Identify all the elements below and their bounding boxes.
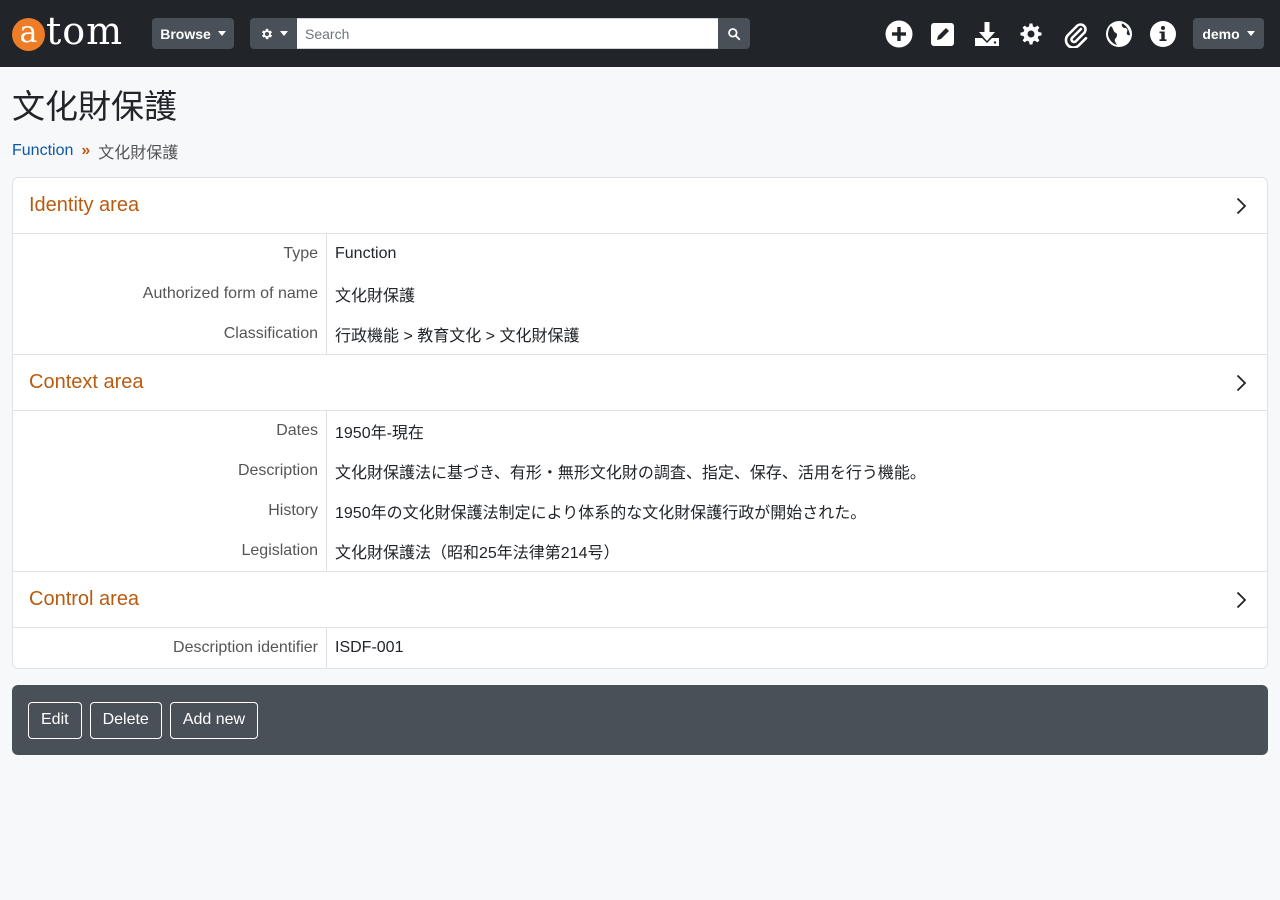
identity-area-body: Type Function Authorized form of name 文化…	[13, 234, 1267, 355]
field-value: Function	[335, 245, 397, 262]
field-label: Description	[237, 462, 318, 479]
field-row-description-identifier: Description identifier ISDF-001	[13, 628, 1267, 668]
breadcrumb-separator: »	[81, 142, 91, 159]
field-label: Description identifier	[173, 639, 318, 656]
user-label: demo	[1202, 25, 1240, 42]
field-label: Type	[283, 245, 318, 262]
caret-down-icon	[217, 31, 226, 36]
control-area-title: Control area	[29, 588, 140, 610]
actions-bar: Edit Delete Add new	[12, 685, 1268, 755]
field-value: ISDF-001	[335, 639, 404, 656]
chevron-right-icon	[1236, 374, 1247, 391]
import-menu-button[interactable]	[971, 18, 1003, 50]
field-value: 文化財保護法（昭和25年法律第214号）	[335, 545, 620, 562]
identity-area-title: Identity area	[29, 194, 140, 216]
field-value: 1950年-現在	[335, 425, 424, 442]
breadcrumb: Function » 文化財保護	[12, 139, 178, 163]
control-area-header[interactable]: Control area	[13, 572, 1267, 628]
top-navbar: a tom Browse Search demo	[0, 0, 1280, 67]
field-row-legislation: Legislation 文化財保護法（昭和25年法律第214号）	[13, 531, 1267, 571]
clipboard-icon	[1064, 23, 1088, 48]
search-options-button[interactable]	[250, 18, 297, 49]
language-icon	[1106, 21, 1132, 47]
field-row-classification: Classification 行政機能 > 教育文化 > 文化財保護	[13, 314, 1267, 354]
field-row-authorized-name: Authorized form of name 文化財保護	[13, 274, 1267, 314]
admin-menu-button[interactable]	[1015, 18, 1047, 50]
caret-down-icon	[279, 31, 288, 36]
browse-label: Browse	[160, 25, 211, 42]
add-icon	[885, 20, 913, 48]
field-label: Classification	[223, 325, 318, 342]
add-menu-button[interactable]	[883, 18, 915, 50]
help-menu-button[interactable]	[1147, 18, 1179, 50]
search-submit-button[interactable]	[718, 18, 750, 49]
language-menu-button[interactable]	[1103, 18, 1135, 50]
info-icon	[1150, 21, 1176, 47]
identity-area-header[interactable]: Identity area	[13, 178, 1267, 234]
edit-button[interactable]: Edit	[28, 701, 82, 739]
import-icon	[975, 22, 999, 46]
context-area-header[interactable]: Context area	[13, 355, 1267, 411]
logo-text: tom	[46, 9, 124, 53]
field-value: 文化財保護法に基づき、有形・無形文化財の調査、指定、保存、活用を行う機能。	[335, 465, 926, 482]
add-new-button[interactable]: Add new	[169, 701, 259, 739]
settings-icon	[1020, 23, 1042, 45]
field-row-type: Type Function	[13, 234, 1267, 274]
field-label: Authorized form of name	[142, 285, 318, 302]
field-label: History	[268, 502, 318, 519]
field-row-history: History 1950年の文化財保護法制定により体系的な文化財保護行政が開始さ…	[13, 491, 1267, 531]
edit-icon	[931, 23, 954, 46]
chevron-right-icon	[1236, 591, 1247, 608]
gear-icon	[261, 28, 272, 39]
field-label: Dates	[276, 422, 318, 439]
field-row-description: Description 文化財保護法に基づき、有形・無形文化財の調査、指定、保存…	[13, 451, 1267, 491]
field-label: Legislation	[241, 542, 319, 559]
browse-menu-button[interactable]: Browse	[152, 18, 234, 49]
field-row-dates: Dates 1950年-現在	[13, 411, 1267, 451]
breadcrumb-link-function[interactable]: Function	[12, 142, 73, 160]
field-value: 行政機能 > 教育文化 > 文化財保護	[335, 328, 580, 345]
caret-down-icon	[1246, 31, 1255, 36]
delete-button[interactable]: Delete	[89, 701, 162, 739]
logo-letter-a: a	[12, 17, 45, 51]
chevron-right-icon	[1236, 197, 1247, 214]
context-area-body: Dates 1950年-現在 Description 文化財保護法に基づき、有形…	[13, 411, 1267, 572]
user-menu-button[interactable]: demo	[1193, 18, 1264, 49]
atom-logo[interactable]: a tom	[12, 8, 123, 58]
manage-menu-button[interactable]	[927, 18, 959, 50]
page-title: 文化財保護	[12, 87, 177, 126]
search-input[interactable]	[297, 18, 718, 49]
context-area-title: Context area	[29, 371, 144, 393]
breadcrumb-current: 文化財保護	[98, 145, 179, 162]
function-details-card: Identity area Type Function Authorized f…	[12, 177, 1268, 669]
field-value: 文化財保護	[335, 288, 416, 305]
control-area-body: Description identifier ISDF-001	[13, 628, 1267, 668]
field-value: 1950年の文化財保護法制定により体系的な文化財保護行政が開始された。	[335, 505, 867, 522]
search-icon	[728, 27, 741, 40]
clipboard-menu-button[interactable]	[1059, 18, 1091, 50]
